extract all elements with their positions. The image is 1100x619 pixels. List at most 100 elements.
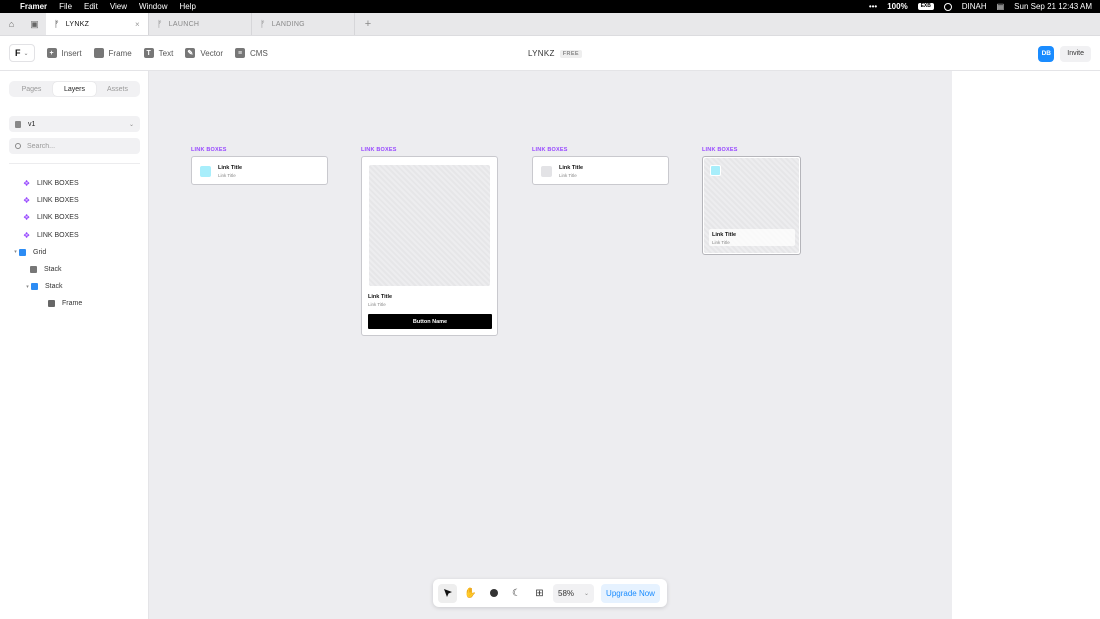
tab-pages[interactable]: Pages (10, 82, 53, 96)
project-title[interactable]: LYNKZ FREE (528, 36, 582, 71)
pen-icon: ✎ (185, 48, 196, 58)
moon-icon[interactable]: ☾ (507, 584, 526, 603)
battery-icon[interactable]: EXB (917, 3, 934, 10)
upgrade-button[interactable]: Upgrade Now (601, 583, 660, 603)
chevron-down-icon[interactable]: ▾ (24, 284, 31, 290)
link-title: Link Title (368, 294, 393, 300)
framer-menu-button[interactable]: F ⌄ (9, 44, 35, 62)
layer-item[interactable]: ▾ Grid (0, 244, 149, 261)
layer-label: LINK BOXES (37, 214, 79, 222)
plan-badge: FREE (559, 49, 582, 58)
component-label[interactable]: LINK BOXES (532, 147, 568, 153)
stack-icon (31, 283, 38, 291)
clock[interactable]: Sun Sep 21 12:43 AM (1014, 2, 1092, 11)
link-box-card[interactable]: Link Title Link Title (702, 156, 801, 255)
project-name: LYNKZ (528, 49, 555, 58)
layers-list: ❖ LINK BOXES ❖ LINK BOXES ❖ LINK BOXES ❖… (0, 175, 149, 313)
tab-landing[interactable]: ᚠ LANDING (252, 13, 355, 35)
left-panel: Pages Layers Assets v1 ⌄ ❖ LINK BOXES ❖ … (0, 71, 149, 619)
menu-file[interactable]: File (59, 2, 72, 11)
tab-layers[interactable]: Layers (53, 82, 96, 96)
zoom-select[interactable]: 58% ⌄ (553, 583, 595, 603)
inbox-icon[interactable]: ▣ (23, 13, 46, 35)
close-icon[interactable]: × (135, 20, 140, 29)
tab-label: LAUNCH (168, 20, 200, 28)
layer-label: Stack (44, 266, 62, 274)
page-icon (15, 120, 21, 128)
card-button[interactable]: Button Name (368, 314, 492, 329)
component-label[interactable]: LINK BOXES (191, 147, 227, 153)
layer-item[interactable]: ❖ LINK BOXES (0, 209, 149, 226)
chevron-down-icon: ⌄ (584, 590, 590, 597)
control-center-icon[interactable]: ▤ (997, 2, 1005, 11)
canvas[interactable]: LINK BOXES Link Title Link Title LINK BO… (149, 71, 952, 619)
layer-label: LINK BOXES (37, 180, 79, 188)
tab-launch[interactable]: ᚠ LAUNCH (149, 13, 252, 35)
comment-icon[interactable] (484, 584, 503, 603)
menu-view[interactable]: View (110, 2, 127, 11)
toolbar: F ⌄ + Insert Frame T Text ✎ Vector ≡ CMS… (0, 36, 1100, 71)
bottom-toolbar: ✋ ☾ ⊞ 58% ⌄ Upgrade Now (433, 579, 667, 607)
screen-record-icon[interactable] (943, 2, 952, 11)
menu-edit[interactable]: Edit (84, 2, 98, 11)
tabs-bar: ⌂ ▣ ᚠ LYNKZ × ᚠ LAUNCH ᚠ LANDING + (0, 13, 1100, 36)
layer-item[interactable]: ❖ LINK BOXES (0, 192, 149, 209)
user-name[interactable]: DINAH (962, 2, 987, 11)
layer-item[interactable]: ❖ LINK BOXES (0, 227, 149, 244)
link-box-card[interactable]: Link Title Link Title (191, 156, 328, 185)
layer-label: Frame (62, 300, 83, 308)
search-input[interactable] (27, 142, 127, 150)
layer-item[interactable]: Frame (0, 295, 149, 312)
hand-icon[interactable]: ✋ (461, 584, 480, 603)
stack-icon (30, 266, 37, 274)
component-label[interactable]: LINK BOXES (361, 147, 397, 153)
avatar[interactable]: DB (1038, 45, 1055, 62)
text-icon: T (143, 48, 154, 58)
link-subtitle: Link Title (712, 240, 730, 245)
divider (9, 163, 140, 164)
page-name: v1 (28, 120, 36, 128)
layer-item[interactable]: ▾ Stack (0, 278, 149, 295)
tab-assets[interactable]: Assets (96, 82, 139, 96)
cursor-icon[interactable] (438, 583, 457, 603)
layer-label: LINK BOXES (37, 231, 79, 239)
grid-icon[interactable]: ⊞ (530, 584, 549, 603)
menu-window[interactable]: Window (139, 2, 167, 11)
tab-label: LYNKZ (65, 20, 90, 28)
layer-item[interactable]: Stack (0, 261, 149, 278)
link-thumbnail (200, 166, 211, 177)
menubar-status: ••• 100% EXB DINAH ▤ Sun Sep 21 12:43 AM (869, 2, 1092, 11)
link-box-card[interactable]: Link Title Link Title (532, 156, 669, 185)
component-icon: ❖ (23, 179, 31, 189)
frame-icon (93, 48, 104, 58)
zoom-value: 58% (558, 588, 575, 598)
chevron-down-icon[interactable]: ▾ (12, 249, 19, 255)
page-selector[interactable]: v1 ⌄ (9, 116, 140, 132)
link-subtitle: Link Title (559, 173, 577, 178)
framer-logo-icon: ᚠ (54, 19, 60, 29)
layer-item[interactable]: ❖ LINK BOXES (0, 175, 149, 192)
text-label: Text (158, 48, 174, 58)
cms-button[interactable]: ≡ CMS (235, 48, 268, 58)
tab-lynkz[interactable]: ᚠ LYNKZ × (46, 13, 149, 35)
more-icon[interactable]: ••• (869, 2, 877, 11)
plus-icon: + (46, 48, 57, 58)
vector-button[interactable]: ✎ Vector (185, 48, 223, 58)
menu-bar: Framer File Edit View Window Help ••• 10… (0, 0, 1100, 13)
component-label[interactable]: LINK BOXES (702, 147, 738, 153)
invite-button[interactable]: Invite (1060, 45, 1091, 62)
link-box-card[interactable]: Link Title Link Title Button Name (361, 156, 498, 336)
framer-logo-icon: ᚠ (260, 19, 266, 29)
insert-button[interactable]: + Insert (46, 48, 82, 58)
menu-app-name[interactable]: Framer (20, 2, 47, 11)
text-button[interactable]: T Text (143, 48, 174, 58)
battery-percent: 100% (887, 2, 908, 11)
layer-label: LINK BOXES (37, 197, 79, 205)
home-icon[interactable]: ⌂ (0, 13, 23, 35)
new-tab-button[interactable]: + (355, 13, 381, 35)
frame-button[interactable]: Frame (93, 48, 132, 58)
link-subtitle: Link Title (368, 302, 386, 307)
menu-help[interactable]: Help (179, 2, 195, 11)
link-title: Link Title (559, 165, 584, 171)
layer-label: Stack (45, 283, 63, 291)
